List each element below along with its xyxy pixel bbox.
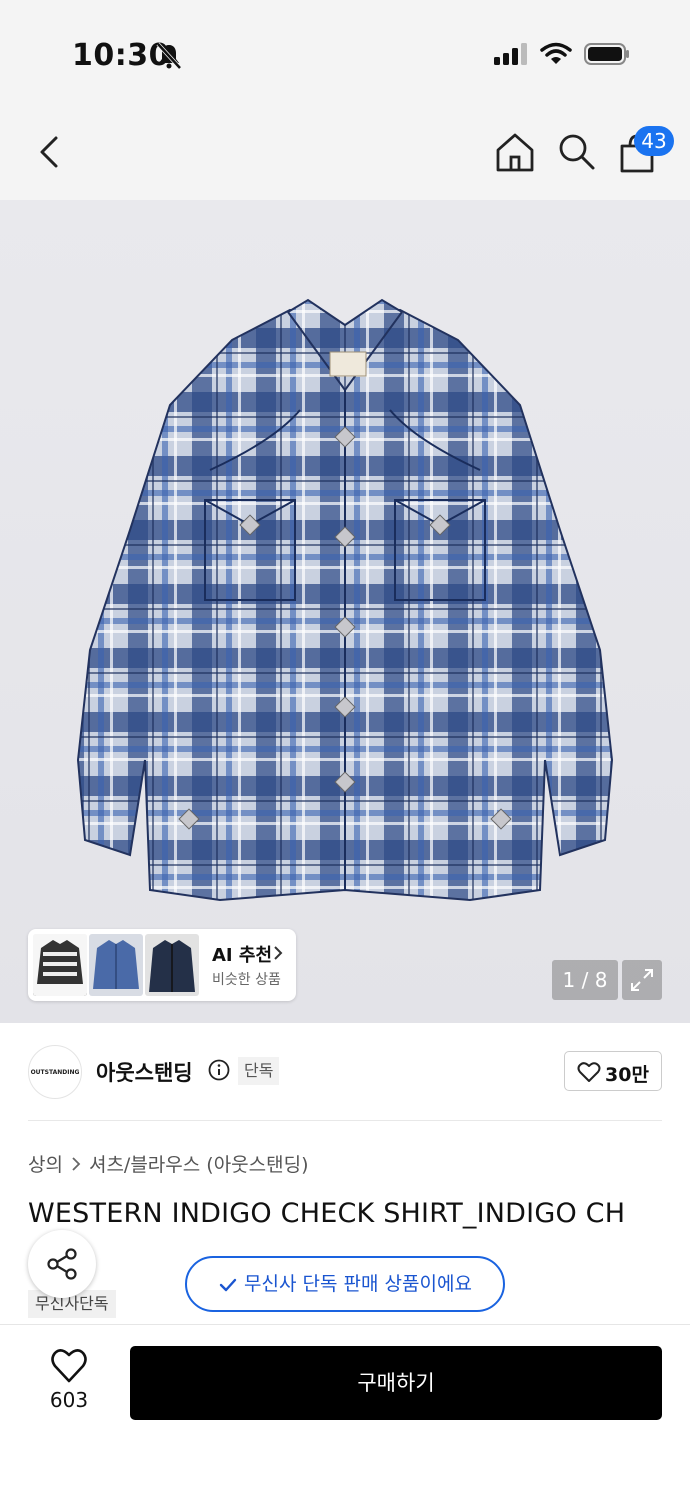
expand-icon	[631, 969, 653, 991]
brand-name[interactable]: 아웃스탠딩	[96, 1057, 193, 1087]
navigation-bar	[0, 105, 690, 200]
status-bar: 10:30	[0, 0, 690, 105]
check-icon	[219, 1278, 237, 1291]
brand-like-button[interactable]: 30만	[564, 1051, 662, 1091]
search-icon[interactable]	[556, 131, 596, 171]
heart-outline-icon[interactable]	[50, 1348, 88, 1384]
chevron-right-icon	[274, 946, 283, 960]
bell-muted-icon	[156, 42, 182, 70]
ai-thumbnail[interactable]	[89, 934, 143, 996]
expand-image-button[interactable]	[622, 960, 662, 1000]
exclusive-sale-banner: 무신사 단독 판매 상품이에요	[185, 1256, 505, 1312]
chevron-right-icon	[72, 1156, 81, 1171]
share-button[interactable]	[28, 1230, 96, 1298]
breadcrumb: 상의 셔츠/블라우스 (아웃스탠딩)	[28, 1150, 309, 1177]
breadcrumb-category[interactable]: 상의	[28, 1150, 63, 1177]
ai-thumbnail[interactable]	[33, 934, 87, 996]
like-count: 603	[49, 1388, 89, 1412]
shirt-illustration	[76, 298, 614, 902]
image-page-counter: 1 / 8	[552, 960, 618, 1000]
share-icon	[47, 1248, 77, 1280]
signal-icon	[494, 43, 527, 65]
product-title: WESTERN INDIGO CHECK SHIRT_INDIGO CH	[28, 1198, 626, 1229]
battery-icon	[584, 43, 629, 65]
product-image[interactable]	[0, 200, 690, 1023]
info-icon[interactable]	[208, 1059, 230, 1081]
home-icon[interactable]	[494, 131, 536, 173]
ai-recommendation-card[interactable]: AI 추천 비슷한 상품	[28, 929, 296, 1001]
ai-recommend-subtitle: 비슷한 상품	[212, 972, 281, 988]
cart-count-badge: 43	[634, 126, 674, 156]
ai-thumbnail[interactable]	[145, 934, 199, 996]
exclusive-tag: 단독	[238, 1057, 280, 1085]
ai-recommend-title: AI 추천	[212, 945, 273, 966]
wifi-icon	[540, 42, 572, 64]
exclusive-sale-text: 무신사 단독 판매 상품이에요	[244, 1273, 472, 1295]
breadcrumb-subcategory[interactable]: 셔츠/블라우스 (아웃스탠딩)	[89, 1150, 309, 1177]
brand-logo[interactable]: OUTSTANDING	[28, 1045, 82, 1099]
brand-like-count: 30만	[605, 1064, 649, 1086]
brand-row: OUTSTANDING 아웃스탠딩 단독 30만	[28, 1023, 662, 1121]
heart-outline-icon	[577, 1062, 601, 1082]
back-arrow-icon[interactable]	[30, 130, 70, 174]
buy-button[interactable]: 구매하기	[130, 1346, 662, 1420]
